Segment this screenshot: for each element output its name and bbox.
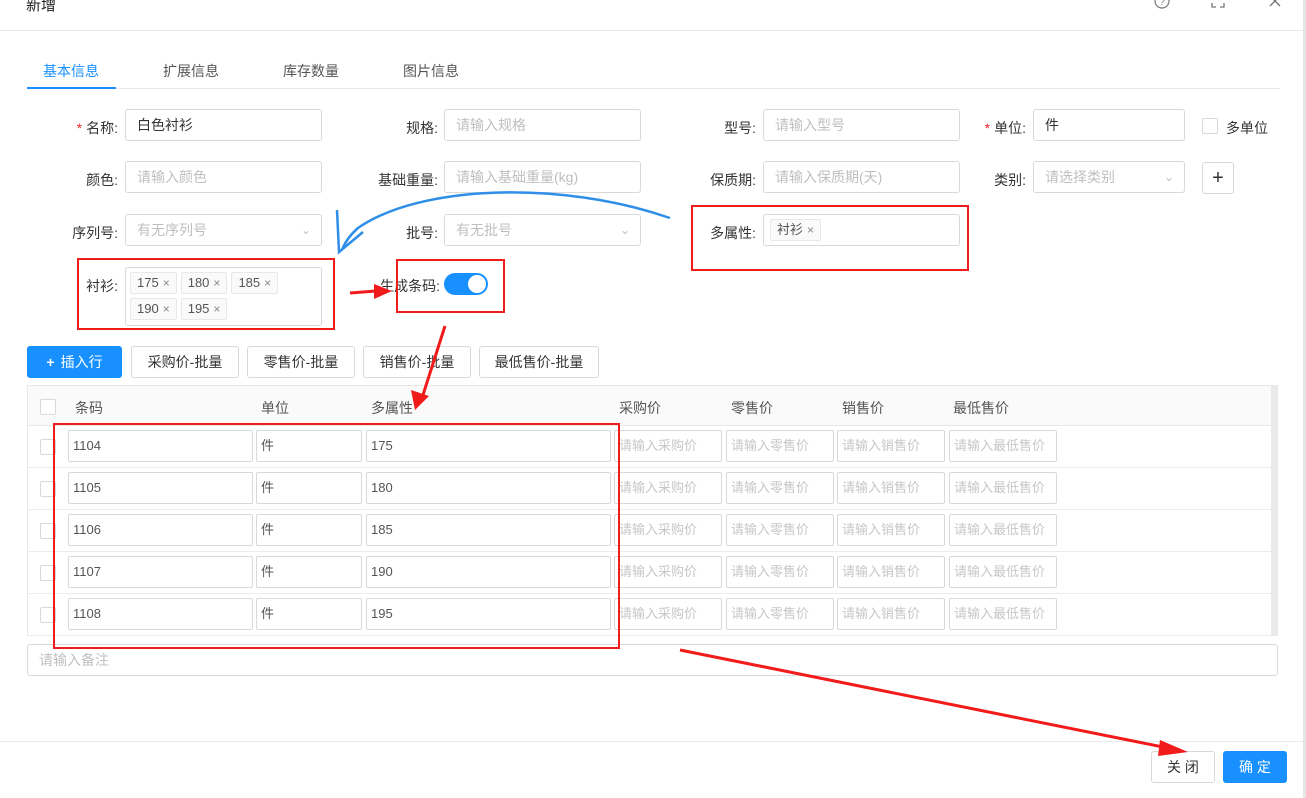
col-min-sale-price: 最低售价 (953, 400, 1009, 416)
sale-price-cell-input[interactable]: 请输入销售价 (837, 598, 945, 630)
batch-label: 批号: (406, 225, 438, 241)
col-retail-price: 零售价 (731, 400, 773, 416)
purchase-price-cell-input[interactable]: 请输入采购价 (614, 430, 722, 462)
col-sale-price: 销售价 (842, 400, 884, 416)
close-button[interactable]: 关 闭 (1151, 751, 1215, 783)
col-multi-attr: 多属性 (371, 400, 413, 416)
table-scrollbar[interactable] (1271, 386, 1277, 635)
tab-active-indicator (27, 87, 116, 89)
min-sale-price-cell-input[interactable]: 请输入最低售价 (949, 514, 1057, 546)
sale-price-cell-input[interactable]: 请输入销售价 (837, 472, 945, 504)
chevron-down-icon: ⌄ (1163, 170, 1174, 184)
sale-price-cell-input[interactable]: 请输入销售价 (837, 430, 945, 462)
annotation-box-multi-attr (691, 205, 969, 271)
plus-icon: + (1212, 167, 1224, 189)
purchase-price-batch-button[interactable]: 采购价-批量 (131, 346, 239, 378)
annotation-box-shirt (77, 258, 335, 330)
shelf-life-label: 保质期: (710, 172, 756, 188)
unit-label: * 单位: (984, 120, 1026, 136)
purchase-price-cell-input[interactable]: 请输入采购价 (614, 556, 722, 588)
category-label: 类别: (994, 172, 1026, 188)
chevron-down-icon: ⌄ (619, 223, 630, 237)
tab-stock-quantity[interactable]: 库存数量 (283, 61, 339, 81)
multi-unit-label: 多单位 (1226, 120, 1268, 136)
unit-input[interactable]: 件 (1033, 109, 1185, 141)
spec-label: 规格: (406, 120, 438, 136)
purchase-price-cell-input[interactable]: 请输入采购价 (614, 472, 722, 504)
svg-text:?: ? (1159, 0, 1165, 8)
sale-price-batch-button[interactable]: 销售价-批量 (363, 346, 471, 378)
serial-select[interactable]: 有无序列号 ⌄ (125, 214, 322, 246)
fullscreen-icon[interactable] (1211, 0, 1225, 12)
annotation-box-switch (396, 259, 505, 313)
multi-unit-checkbox[interactable] (1202, 118, 1218, 134)
spec-input[interactable]: 请输入规格 (444, 109, 641, 141)
help-circle-icon[interactable]: ? (1154, 0, 1170, 13)
tab-basic-info[interactable]: 基本信息 (43, 61, 99, 81)
base-weight-label: 基础重量: (378, 172, 438, 188)
retail-price-cell-input[interactable]: 请输入零售价 (726, 598, 834, 630)
min-sale-price-cell-input[interactable]: 请输入最低售价 (949, 430, 1057, 462)
table-header: 条码 单位 多属性 采购价 零售价 销售价 最低售价 (28, 386, 1277, 426)
col-purchase-price: 采购价 (619, 400, 661, 416)
model-input[interactable]: 请输入型号 (763, 109, 960, 141)
col-barcode: 条码 (75, 400, 103, 416)
min-sale-price-cell-input[interactable]: 请输入最低售价 (949, 472, 1057, 504)
sale-price-cell-input[interactable]: 请输入销售价 (837, 514, 945, 546)
batch-select[interactable]: 有无批号 ⌄ (444, 214, 641, 246)
retail-price-cell-input[interactable]: 请输入零售价 (726, 472, 834, 504)
retail-price-batch-button[interactable]: 零售价-批量 (247, 346, 355, 378)
dialog-title: 新增 (26, 0, 57, 14)
min-sale-price-batch-button[interactable]: 最低售价-批量 (479, 346, 599, 378)
annotation-box-table (53, 423, 620, 649)
sale-price-cell-input[interactable]: 请输入销售价 (837, 556, 945, 588)
shelf-life-input[interactable]: 请输入保质期(天) (763, 161, 960, 193)
base-weight-input[interactable]: 请输入基础重量(kg) (444, 161, 641, 193)
min-sale-price-cell-input[interactable]: 请输入最低售价 (949, 598, 1057, 630)
name-label: * 名称: (76, 120, 118, 136)
chevron-down-icon: ⌄ (300, 223, 311, 237)
tab-image-info[interactable]: 图片信息 (403, 61, 459, 81)
name-input[interactable]: 白色衬衫 (125, 109, 322, 141)
add-category-button[interactable]: + (1202, 162, 1234, 194)
insert-row-button[interactable]: + 插入行 (27, 346, 122, 378)
serial-placeholder: 有无序列号 (137, 222, 207, 238)
batch-placeholder: 有无批号 (456, 222, 512, 238)
close-icon[interactable] (1268, 0, 1282, 12)
tab-bar-line (27, 88, 1280, 89)
category-placeholder: 请选择类别 (1045, 169, 1115, 185)
category-select[interactable]: 请选择类别 ⌄ (1033, 161, 1185, 193)
footer-divider (0, 741, 1306, 742)
plus-icon: + (46, 354, 55, 370)
purchase-price-cell-input[interactable]: 请输入采购价 (614, 514, 722, 546)
select-all-checkbox[interactable] (40, 399, 56, 415)
model-label: 型号: (724, 120, 756, 136)
color-input[interactable]: 请输入颜色 (125, 161, 322, 193)
retail-price-cell-input[interactable]: 请输入零售价 (726, 430, 834, 462)
min-sale-price-cell-input[interactable]: 请输入最低售价 (949, 556, 1057, 588)
retail-price-cell-input[interactable]: 请输入零售价 (726, 514, 834, 546)
purchase-price-cell-input[interactable]: 请输入采购价 (614, 598, 722, 630)
header-divider (0, 30, 1306, 31)
col-unit: 单位 (261, 400, 289, 416)
tab-extended-info[interactable]: 扩展信息 (163, 61, 219, 81)
retail-price-cell-input[interactable]: 请输入零售价 (726, 556, 834, 588)
color-label: 颜色: (86, 172, 118, 188)
serial-label: 序列号: (72, 225, 118, 241)
confirm-button[interactable]: 确 定 (1223, 751, 1287, 783)
